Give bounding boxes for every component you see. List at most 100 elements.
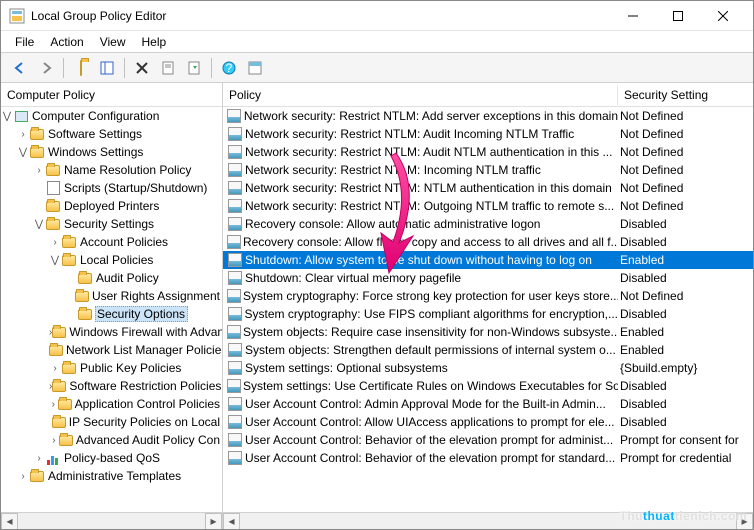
- policy-setting: Not Defined: [618, 145, 753, 159]
- filter-button[interactable]: [243, 56, 267, 80]
- policy-icon: [227, 378, 241, 394]
- policy-icon: [227, 450, 243, 466]
- policy-setting: Disabled: [618, 307, 753, 321]
- policy-row[interactable]: Network security: Restrict NTLM: Audit I…: [223, 125, 753, 143]
- help-button[interactable]: ?: [217, 56, 241, 80]
- up-button[interactable]: [69, 56, 93, 80]
- expand-icon[interactable]: ⋁: [1, 111, 13, 122]
- tree-node[interactable]: ›Software Settings: [1, 125, 222, 143]
- maximize-button[interactable]: [655, 1, 700, 31]
- policy-row[interactable]: System objects: Require case insensitivi…: [223, 323, 753, 341]
- policy-row[interactable]: User Account Control: Behavior of the el…: [223, 449, 753, 467]
- menu-action[interactable]: Action: [42, 33, 91, 51]
- policy-icon: [227, 288, 241, 304]
- tree-body[interactable]: ⋁Computer Configuration›Software Setting…: [1, 107, 222, 512]
- tree-node-label: Policy-based QoS: [63, 451, 162, 465]
- expand-icon[interactable]: ›: [49, 363, 61, 374]
- properties-button[interactable]: [156, 56, 180, 80]
- expand-icon[interactable]: ›: [49, 237, 61, 248]
- expand-icon[interactable]: ›: [17, 129, 29, 140]
- show-tree-button[interactable]: [95, 56, 119, 80]
- scroll-right-icon[interactable]: ▸: [205, 513, 222, 530]
- policy-icon: [227, 324, 241, 340]
- tree-node[interactable]: ⋁Security Settings: [1, 215, 222, 233]
- policy-icon: [227, 234, 241, 250]
- policy-row[interactable]: Recovery console: Allow automatic admini…: [223, 215, 753, 233]
- scroll-left-icon[interactable]: ◂: [1, 513, 18, 530]
- expand-icon[interactable]: ›: [49, 399, 58, 410]
- scroll-right-icon[interactable]: ▸: [736, 513, 753, 530]
- policy-row[interactable]: Network security: Restrict NTLM: Outgoin…: [223, 197, 753, 215]
- menu-file[interactable]: File: [7, 33, 42, 51]
- tree-node[interactable]: ›Windows Firewall with Advanc: [1, 323, 222, 341]
- tree-node[interactable]: IP Security Policies on Local: [1, 413, 222, 431]
- policy-name: System cryptography: Use FIPS compliant …: [245, 307, 618, 321]
- policy-row[interactable]: User Account Control: Admin Approval Mod…: [223, 395, 753, 413]
- expand-icon[interactable]: ›: [33, 453, 45, 464]
- tree-node-label: Administrative Templates: [47, 469, 183, 483]
- policy-icon: [227, 306, 243, 322]
- expand-icon[interactable]: ›: [17, 471, 29, 482]
- expand-icon[interactable]: ⋁: [49, 255, 61, 266]
- policy-row[interactable]: System objects: Strengthen default permi…: [223, 341, 753, 359]
- policy-row[interactable]: System cryptography: Use FIPS compliant …: [223, 305, 753, 323]
- tree-node-label: IP Security Policies on Local: [68, 415, 222, 429]
- minimize-button[interactable]: [610, 1, 655, 31]
- policy-row[interactable]: Shutdown: Allow system to be shut down w…: [223, 251, 753, 269]
- expand-icon[interactable]: ⋁: [17, 147, 29, 158]
- tree-node[interactable]: ⋁Computer Configuration: [1, 107, 222, 125]
- close-button[interactable]: [700, 1, 745, 31]
- policy-row[interactable]: Shutdown: Clear virtual memory pagefileD…: [223, 269, 753, 287]
- expand-icon[interactable]: ›: [33, 165, 45, 176]
- policy-name: Network security: Restrict NTLM: Incomin…: [245, 163, 541, 177]
- policy-icon: [227, 396, 243, 412]
- menu-view[interactable]: View: [92, 33, 134, 51]
- policy-row[interactable]: Network security: Restrict NTLM: Add ser…: [223, 107, 753, 125]
- column-setting[interactable]: Security Setting: [618, 85, 753, 105]
- delete-button[interactable]: [130, 56, 154, 80]
- tree-node[interactable]: Scripts (Startup/Shutdown): [1, 179, 222, 197]
- tree-node[interactable]: User Rights Assignment: [1, 287, 222, 305]
- scroll-icon: [45, 180, 61, 196]
- tree-node[interactable]: ›Account Policies: [1, 233, 222, 251]
- tree-node[interactable]: Deployed Printers: [1, 197, 222, 215]
- tree-node[interactable]: ›Public Key Policies: [1, 359, 222, 377]
- policy-row[interactable]: Recovery console: Allow floppy copy and …: [223, 233, 753, 251]
- scroll-left-icon[interactable]: ◂: [223, 513, 240, 530]
- tree-pane: Computer Policy ⋁Computer Configuration›…: [1, 83, 223, 529]
- expand-icon[interactable]: ›: [49, 435, 59, 446]
- policy-row[interactable]: Network security: Restrict NTLM: Incomin…: [223, 161, 753, 179]
- tree-node[interactable]: › Policy-based QoS: [1, 449, 222, 467]
- tree-hscrollbar[interactable]: ◂ ▸: [1, 512, 222, 529]
- forward-button[interactable]: [34, 56, 58, 80]
- column-policy[interactable]: Policy: [223, 85, 618, 105]
- tree-node[interactable]: ›Application Control Policies: [1, 395, 222, 413]
- tree-node[interactable]: ⋁Local Policies: [1, 251, 222, 269]
- tree-node[interactable]: ›Software Restriction Policies: [1, 377, 222, 395]
- policy-row[interactable]: Network security: Restrict NTLM: NTLM au…: [223, 179, 753, 197]
- tree-node[interactable]: ›Name Resolution Policy: [1, 161, 222, 179]
- export-button[interactable]: [182, 56, 206, 80]
- policy-row[interactable]: System settings: Optional subsystems{Sbu…: [223, 359, 753, 377]
- list-body[interactable]: Network security: Restrict NTLM: Add ser…: [223, 107, 753, 512]
- tree-node-label: Deployed Printers: [63, 199, 161, 213]
- policy-row[interactable]: System settings: Use Certificate Rules o…: [223, 377, 753, 395]
- list-hscrollbar[interactable]: ◂ ▸: [223, 512, 753, 529]
- policy-row[interactable]: User Account Control: Behavior of the el…: [223, 431, 753, 449]
- policy-row[interactable]: System cryptography: Force strong key pr…: [223, 287, 753, 305]
- policy-name: Recovery console: Allow automatic admini…: [245, 217, 540, 231]
- policy-row[interactable]: User Account Control: Allow UIAccess app…: [223, 413, 753, 431]
- tree-node[interactable]: Security Options: [1, 305, 222, 323]
- tree-node-label: Windows Settings: [47, 145, 145, 159]
- menu-help[interactable]: Help: [134, 33, 175, 51]
- policy-row[interactable]: Network security: Restrict NTLM: Audit N…: [223, 143, 753, 161]
- tree-node[interactable]: Audit Policy: [1, 269, 222, 287]
- tree-node[interactable]: › Administrative Templates: [1, 467, 222, 485]
- tree-node[interactable]: Network List Manager Policie: [1, 341, 222, 359]
- policy-setting: Disabled: [618, 217, 753, 231]
- tree-node[interactable]: ›Advanced Audit Policy Con: [1, 431, 222, 449]
- back-button[interactable]: [8, 56, 32, 80]
- tree-node[interactable]: ⋁ Windows Settings: [1, 143, 222, 161]
- tree-header[interactable]: Computer Policy: [1, 85, 222, 105]
- expand-icon[interactable]: ⋁: [33, 219, 45, 230]
